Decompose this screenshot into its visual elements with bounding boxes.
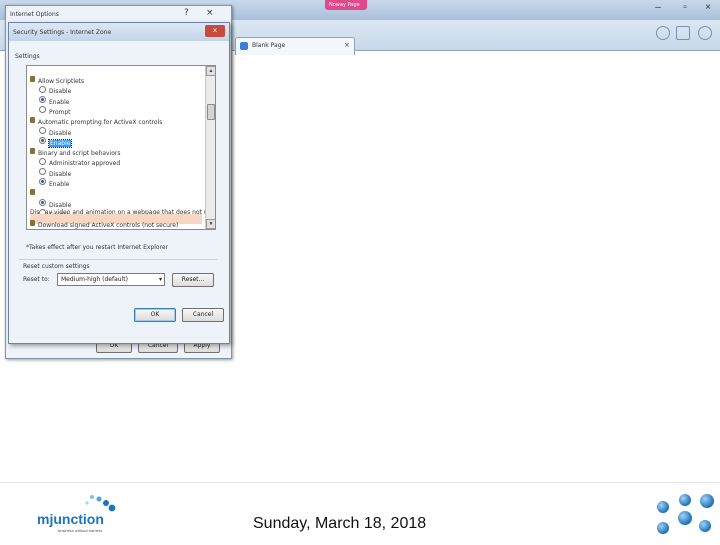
reset-level-select[interactable]: Medium-high (default) ▾ [57,273,165,286]
security-settings-dialog: Security Settings - Internet Zone × Sett… [8,22,230,344]
dialog-close-icon[interactable]: × [205,25,225,37]
tab-blank-page[interactable]: Blank Page × [235,37,355,55]
setting-gear-icon [30,220,35,226]
tab-title: Blank Page [252,42,285,49]
highlight-tab[interactable]: Noway Page [325,0,367,10]
setting-option[interactable]: Enable [39,91,69,101]
close-icon[interactable]: × [698,1,718,15]
setting-group-header[interactable]: Download signed ActiveX controls (not se… [30,214,202,224]
scroll-thumb[interactable] [207,104,215,120]
listbox-scrollbar[interactable]: ▲ ▼ [205,66,215,229]
scroll-down-icon[interactable]: ▼ [206,219,216,229]
logo-tagline: business without barriers [58,528,102,533]
reset-to-label: Reset to: [23,276,50,283]
setting-group-header[interactable]: Automatic prompting for ActiveX controls [30,111,202,121]
cancel-button[interactable]: Cancel [182,308,224,322]
setting-option[interactable]: Enable [39,173,69,183]
setting-option[interactable]: Disable [39,122,71,132]
blue-spheres-icon [641,490,720,540]
chevron-down-icon: ▾ [159,274,162,285]
home-icon[interactable] [656,26,670,40]
reset-button[interactable]: Reset... [172,273,214,287]
minimize-icon[interactable]: – [648,1,668,15]
setting-option[interactable]: Disable [39,163,71,173]
setting-group-header[interactable]: Allow Scriptlets [30,70,202,80]
settings-listbox[interactable]: Allow ScriptletsDisableEnablePromptAutom… [26,65,216,230]
reset-level-value: Medium-high (default) [61,276,128,283]
setting-gear-icon [30,76,35,82]
tab-close-icon[interactable]: × [344,41,350,49]
tools-gear-icon[interactable] [698,26,712,40]
setting-group-header[interactable]: Display video and animation on a webpage… [30,183,202,193]
settings-label: Settings [15,53,40,60]
internet-options-close-icon[interactable]: × [206,8,214,18]
setting-option[interactable]: Enable [39,204,69,214]
dots-logo [641,490,720,540]
setting-group-header[interactable]: Binary and script behaviors [30,142,202,152]
security-settings-title: Security Settings - Internet Zone [13,29,111,36]
setting-gear-icon [30,148,35,154]
favorites-icon[interactable] [676,26,690,40]
setting-option[interactable]: Enable [39,132,71,142]
maximize-icon[interactable]: ▫ [675,1,695,15]
highlight-tab-label: Noway Page [329,2,360,8]
setting-option[interactable]: Administrator approved [39,152,120,162]
setting-option[interactable]: Prompt [39,101,71,111]
ok-button[interactable]: OK [134,308,176,322]
setting-option[interactable]: Disable [39,225,71,231]
internet-options-title: Internet Options [10,11,59,18]
mjunction-logo: mjunction business without barriers [36,491,120,535]
setting-option[interactable]: Disable [39,80,71,90]
setting-option[interactable]: Disable [39,194,71,204]
scroll-up-icon[interactable]: ▲ [206,66,216,76]
restart-note: *Takes effect after you restart Internet… [26,244,168,251]
reset-group-label: Reset custom settings [23,263,90,270]
security-settings-title-bar: Security Settings - Internet Zone × [9,23,229,41]
help-icon[interactable]: ? [184,8,189,18]
ie-page-icon [240,42,248,50]
setting-gear-icon [30,117,35,123]
setting-gear-icon [30,189,35,195]
slide-date: Sunday, March 18, 2018 [253,515,426,533]
logo-wordmark: mjunction [37,511,104,527]
